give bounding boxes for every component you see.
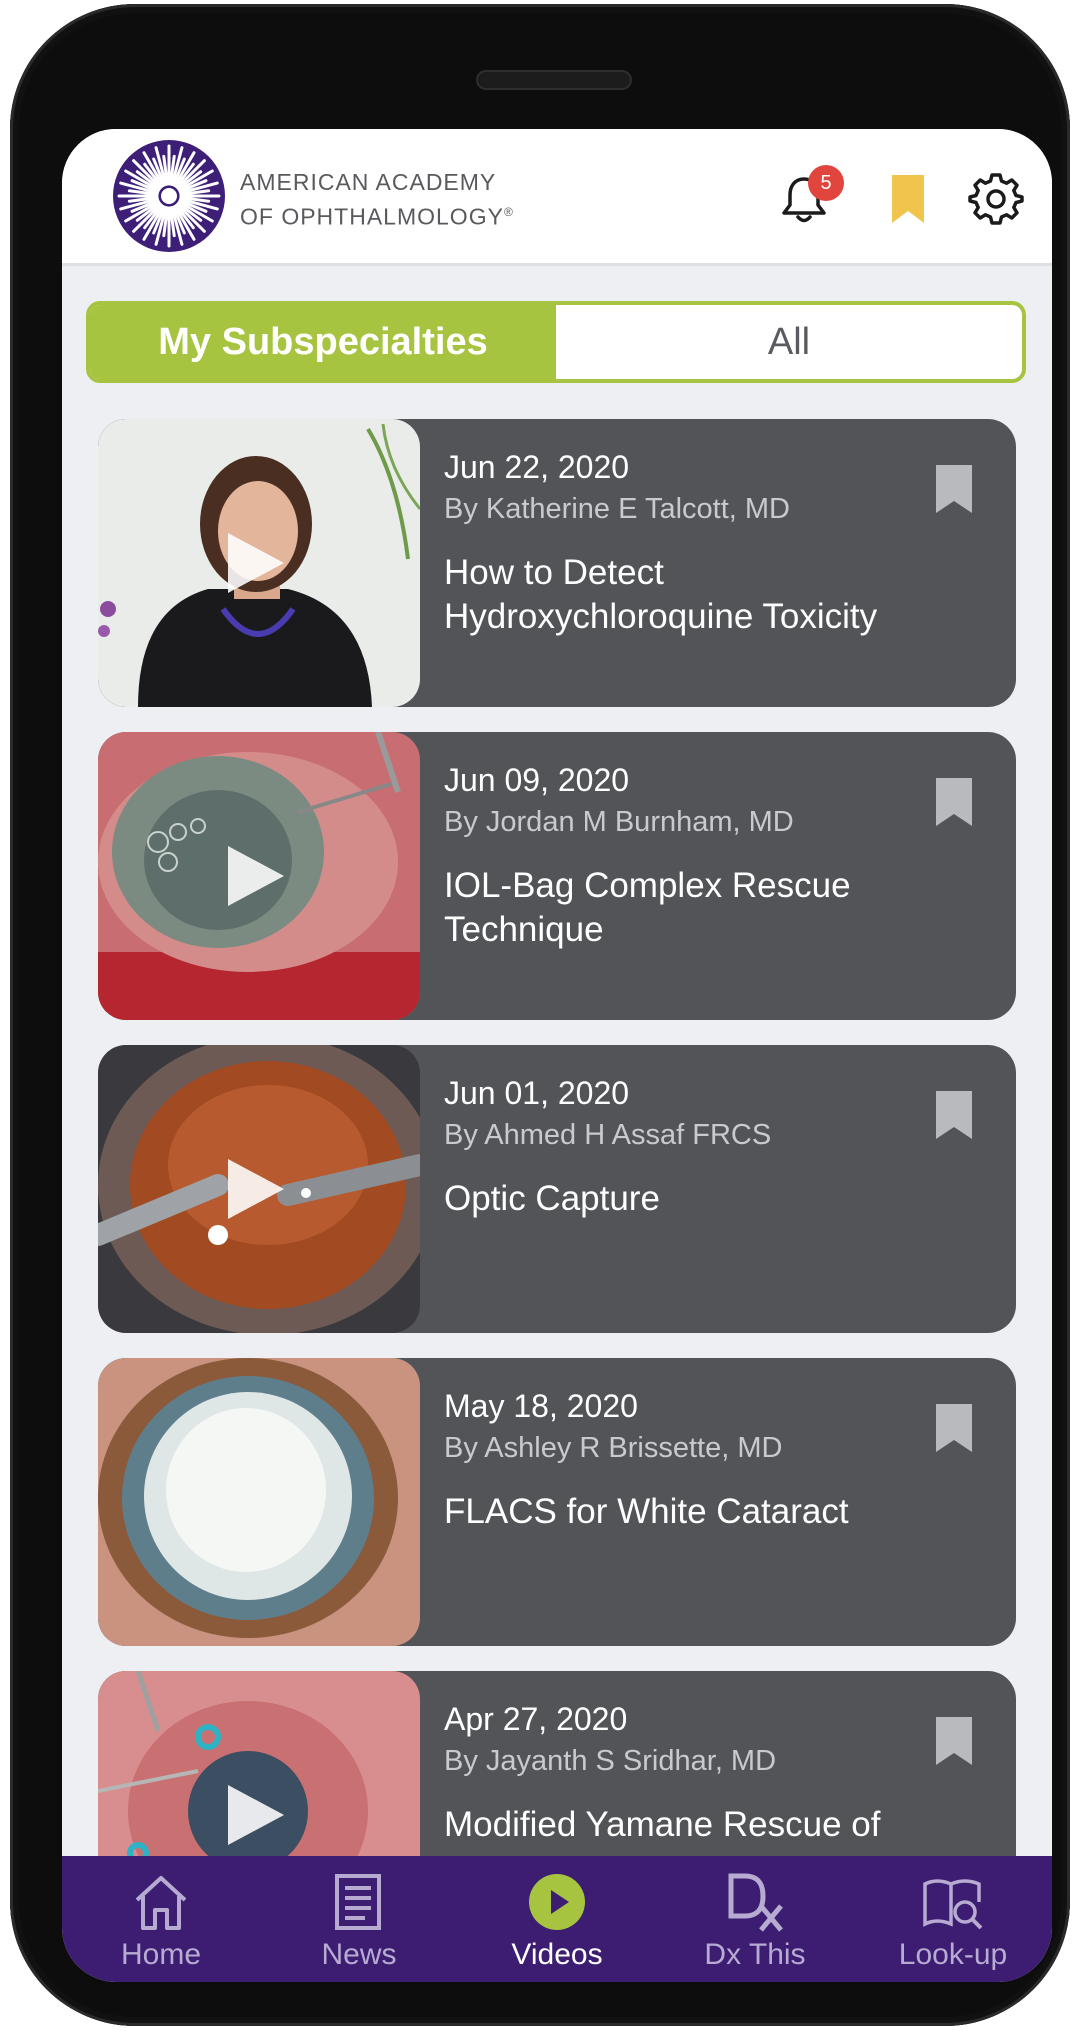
video-title: How to Detect Hydroxychloroquine Toxicit… <box>444 553 878 636</box>
bottom-navigation: Home News Videos Dx This Look-up <box>62 1856 1052 1982</box>
logo-text-line1: AMERICAN ACADEMY <box>240 169 497 195</box>
bookmark-icon[interactable] <box>934 1089 974 1141</box>
video-thumbnail[interactable] <box>98 1045 420 1333</box>
dx-icon <box>728 1873 783 1932</box>
video-date: Jun 09, 2020 <box>444 762 630 798</box>
nav-label: Videos <box>511 1938 603 1971</box>
video-title: IOL-Bag Complex Rescue Technique <box>444 866 851 949</box>
video-author: By Katherine E Talcott, MD <box>444 493 791 525</box>
video-card[interactable]: Jun 09, 2020 By Jordan M Burnham, MD IOL… <box>98 732 1016 1020</box>
video-title: FLACS for White Cataract <box>444 1492 849 1531</box>
video-title: Modified Yamane Rescue of <box>444 1805 881 1844</box>
video-author: By Ahmed H Assaf FRCS <box>444 1119 772 1151</box>
video-card[interactable]: May 18, 2020 By Ashley R Brissette, MD F… <box>98 1358 1016 1646</box>
play-icon <box>228 846 284 906</box>
subspecialty-filter-toggle: My Subspecialties All <box>86 301 1026 383</box>
earpiece-speaker <box>476 70 632 90</box>
video-date: Jun 22, 2020 <box>444 449 630 485</box>
video-thumbnail[interactable] <box>98 419 420 707</box>
settings-gear-icon[interactable] <box>968 171 1024 227</box>
nav-home[interactable]: Home <box>62 1856 260 1982</box>
bookmark-icon[interactable] <box>934 463 974 515</box>
nav-label: Look-up <box>898 1938 1008 1971</box>
bookmarks-icon[interactable] <box>880 171 936 227</box>
video-thumbnail[interactable] <box>98 1358 420 1646</box>
videos-icon <box>529 1874 585 1930</box>
video-date: Apr 27, 2020 <box>444 1701 628 1737</box>
play-icon <box>228 1159 284 1219</box>
bookmark-icon[interactable] <box>934 1715 974 1767</box>
play-icon <box>228 1785 284 1845</box>
organization-name: AMERICAN ACADEMY OF OPHTHALMOLOGY® <box>240 167 514 232</box>
aao-logo-icon[interactable] <box>112 139 226 253</box>
nav-label: News <box>321 1938 397 1971</box>
registered-mark: ® <box>503 205 514 219</box>
logo-text-line2: OF OPHTHALMOLOGY <box>240 203 504 230</box>
nav-label: Home <box>120 1938 202 1971</box>
app-screen: AMERICAN ACADEMY OF OPHTHALMOLOGY® 5 My … <box>62 129 1052 1982</box>
tab-my-subspecialties[interactable]: My Subspecialties <box>90 305 556 379</box>
video-author: By Ashley R Brissette, MD <box>444 1432 783 1464</box>
notification-count-badge: 5 <box>808 165 844 201</box>
bookmark-icon[interactable] <box>934 776 974 828</box>
play-icon <box>228 533 284 593</box>
news-icon <box>335 1874 381 1930</box>
video-thumbnail[interactable] <box>98 732 420 1020</box>
video-author: By Jordan M Burnham, MD <box>444 806 794 838</box>
app-header: AMERICAN ACADEMY OF OPHTHALMOLOGY® 5 <box>62 129 1052 266</box>
nav-dx-this[interactable]: Dx This <box>656 1856 854 1982</box>
tab-all[interactable]: All <box>556 305 1022 379</box>
lookup-icon <box>923 1879 983 1930</box>
bookmark-icon[interactable] <box>934 1402 974 1454</box>
video-author: By Jayanth S Sridhar, MD <box>444 1745 777 1777</box>
phone-frame: AMERICAN ACADEMY OF OPHTHALMOLOGY® 5 My … <box>10 4 1070 2026</box>
nav-videos[interactable]: Videos <box>458 1856 656 1982</box>
video-title: Optic Capture <box>444 1179 660 1218</box>
nav-look-up[interactable]: Look-up <box>854 1856 1052 1982</box>
nav-label: Dx This <box>704 1938 806 1971</box>
video-card[interactable]: Jun 22, 2020 By Katherine E Talcott, MD … <box>98 419 1016 707</box>
nav-news[interactable]: News <box>260 1856 458 1982</box>
video-date: May 18, 2020 <box>444 1388 638 1424</box>
video-card[interactable]: Jun 01, 2020 By Ahmed H Assaf FRCS Optic… <box>98 1045 1016 1333</box>
home-icon <box>135 1876 187 1930</box>
video-date: Jun 01, 2020 <box>444 1075 630 1111</box>
